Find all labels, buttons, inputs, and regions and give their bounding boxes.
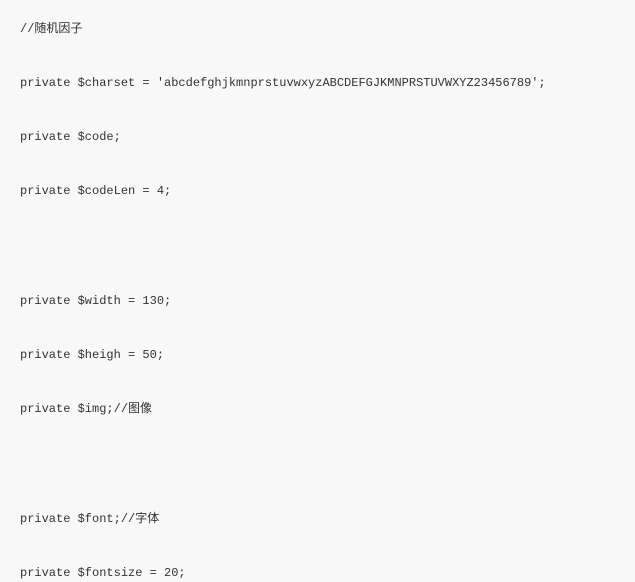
code-line: private $img;//图像 xyxy=(20,400,615,418)
code-line: private $heigh = 50; xyxy=(20,346,615,364)
code-block: //随机因子 private $charset = 'abcdefghjkmnp… xyxy=(20,20,615,582)
code-line: private $fontsize = 20; xyxy=(20,564,615,582)
code-line: private $width = 130; xyxy=(20,292,615,310)
code-line: private $code; xyxy=(20,128,615,146)
code-line: private $codeLen = 4; xyxy=(20,182,615,200)
code-line: //随机因子 xyxy=(20,20,615,38)
code-line: private $charset = 'abcdefghjkmnprstuvwx… xyxy=(20,74,615,92)
code-line: private $font;//字体 xyxy=(20,510,615,528)
